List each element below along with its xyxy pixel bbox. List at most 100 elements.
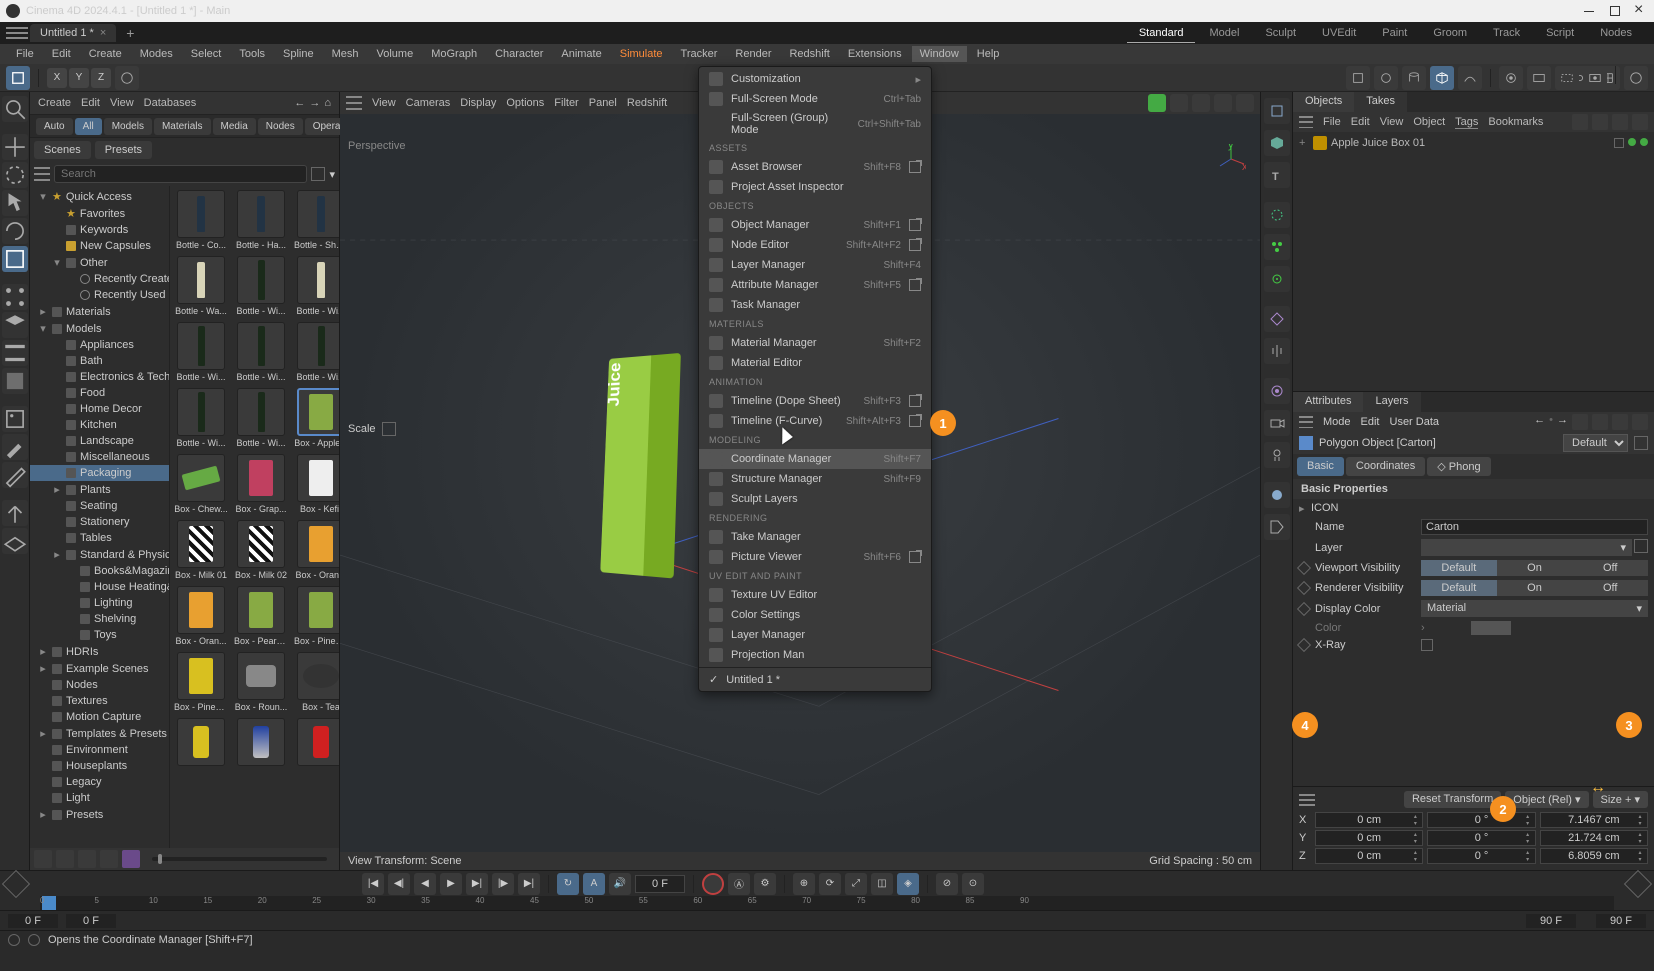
- render-dot-icon[interactable]: [1640, 138, 1648, 146]
- asset-item[interactable]: Box - Oran...: [174, 586, 228, 646]
- menu-create[interactable]: Create: [81, 46, 130, 62]
- tree-node[interactable]: Motion Capture: [30, 709, 169, 725]
- menu-render[interactable]: Render: [727, 46, 779, 62]
- wireframe-cube-icon[interactable]: [1264, 98, 1290, 124]
- asset-item[interactable]: Bottle - Wi...: [234, 388, 288, 448]
- sphere-icon[interactable]: [1374, 66, 1398, 90]
- tree-node[interactable]: Packaging: [30, 465, 169, 481]
- layout-button[interactable]: [6, 66, 30, 90]
- filter-all[interactable]: All: [75, 118, 102, 135]
- takes-tab[interactable]: Takes: [1354, 92, 1407, 112]
- tree-node[interactable]: ▸Materials: [30, 303, 169, 320]
- tree-node[interactable]: ▾Other: [30, 254, 169, 271]
- axis-tool-icon[interactable]: [2, 500, 28, 526]
- redshift-icon[interactable]: [1624, 66, 1648, 90]
- tree-node[interactable]: ▾★Quick Access: [30, 188, 169, 205]
- obj-menu-file[interactable]: File: [1323, 116, 1341, 128]
- size-field[interactable]: 6.8059 cm▴▾: [1540, 848, 1648, 864]
- tree-node[interactable]: ▸Plants: [30, 481, 169, 498]
- obj-search-icon[interactable]: [1572, 114, 1588, 130]
- attr-menu-mode[interactable]: Mode: [1323, 416, 1351, 428]
- asset-item[interactable]: [234, 718, 288, 768]
- menu-icon[interactable]: [6, 25, 28, 41]
- viewport-menu-options[interactable]: Options: [506, 97, 544, 109]
- tree-node[interactable]: House Heating&Fa: [30, 579, 169, 595]
- menu-character[interactable]: Character: [487, 46, 551, 62]
- size-field[interactable]: 21.724 cm▴▾: [1540, 830, 1648, 846]
- polygon-mode-icon[interactable]: [2, 368, 28, 394]
- nav-fwd-icon[interactable]: →: [309, 97, 320, 109]
- attr-pop-icon[interactable]: [1632, 414, 1648, 430]
- cube-icon[interactable]: [1346, 66, 1370, 90]
- keyframe-icon[interactable]: [1297, 581, 1311, 595]
- obj-filter-icon[interactable]: [1592, 114, 1608, 130]
- asset-item[interactable]: Box - Kefir: [294, 454, 339, 514]
- rotate-tool-icon[interactable]: [2, 218, 28, 244]
- menu-timeline-dope[interactable]: Timeline (Dope Sheet)Shift+F3: [699, 391, 931, 411]
- axis-x[interactable]: X: [47, 68, 67, 88]
- tree-node[interactable]: Electronics & Techn: [30, 369, 169, 385]
- viewport-menu-filter[interactable]: Filter: [554, 97, 578, 109]
- layout-tab-script[interactable]: Script: [1534, 24, 1586, 43]
- menu-take-manager[interactable]: Take Manager: [699, 527, 931, 547]
- window-maximize-button[interactable]: [1608, 4, 1622, 18]
- layout-tab-paint[interactable]: Paint: [1370, 24, 1419, 43]
- filter-media[interactable]: Media: [213, 118, 256, 135]
- texture-mode-icon[interactable]: [2, 406, 28, 432]
- menu-file[interactable]: File: [8, 46, 42, 62]
- move-tool-icon[interactable]: [2, 134, 28, 160]
- rot-field[interactable]: 0 °▴▾: [1427, 830, 1535, 846]
- asset-grid[interactable]: Bottle - Co...Bottle - Ha...Bottle - Sha…: [170, 186, 339, 848]
- menu-tracker[interactable]: Tracker: [673, 46, 726, 62]
- asset-item[interactable]: Bottle - Wi...: [174, 388, 228, 448]
- lock-icon[interactable]: [311, 167, 325, 181]
- document-tab[interactable]: Untitled 1 * ×: [30, 24, 116, 42]
- cylinder-icon[interactable]: [1402, 66, 1426, 90]
- diamond-icon[interactable]: [1264, 306, 1290, 332]
- asset-item[interactable]: Bottle - Wi...: [294, 322, 339, 382]
- obj-menu-view[interactable]: View: [1380, 116, 1404, 128]
- tree-node[interactable]: Bath: [30, 353, 169, 369]
- timeline-ruler[interactable]: 051015202530354045505560657075808590: [40, 896, 1614, 910]
- fields-icon[interactable]: [1264, 266, 1290, 292]
- menu-simulate[interactable]: Simulate: [612, 46, 671, 62]
- layer-dropdown[interactable]: [1421, 539, 1632, 556]
- obj-menu-tags[interactable]: Tags: [1455, 116, 1478, 129]
- attr-preset-select[interactable]: Default: [1563, 434, 1628, 452]
- brush-tool-icon[interactable]: [2, 434, 28, 460]
- attr-nav-fwd-icon[interactable]: →: [1557, 414, 1568, 430]
- viewport-opt1-icon[interactable]: [1192, 94, 1210, 112]
- world-button[interactable]: [115, 66, 139, 90]
- primitive-cube-icon[interactable]: [1430, 66, 1454, 90]
- material-icon[interactable]: [1264, 482, 1290, 508]
- menu-animate[interactable]: Animate: [553, 46, 609, 62]
- phong-tab[interactable]: ◇ Phong: [1427, 457, 1490, 476]
- expand-icon[interactable]: +: [1299, 137, 1309, 149]
- asset-item[interactable]: Bottle - Wa...: [174, 256, 228, 316]
- grid-view-icon[interactable]: [56, 850, 74, 868]
- attr-menu-edit[interactable]: Edit: [1361, 416, 1380, 428]
- camera-icon[interactable]: [1264, 410, 1290, 436]
- asset-tab-scenes[interactable]: Scenes: [34, 141, 91, 159]
- viewport-hamburger-icon[interactable]: [346, 96, 362, 110]
- tree-node[interactable]: ▸Presets: [30, 806, 169, 823]
- rot-field[interactable]: 0 °▴▾: [1427, 812, 1535, 828]
- asset-item[interactable]: Box - Pinea...: [294, 586, 339, 646]
- xray-checkbox[interactable]: [1421, 639, 1433, 651]
- object-name[interactable]: Apple Juice Box 01: [1331, 137, 1425, 149]
- reset-transform-button[interactable]: Reset Transform: [1404, 791, 1501, 808]
- menu-help[interactable]: Help: [969, 46, 1008, 62]
- coord-hamburger-icon[interactable]: [1299, 794, 1315, 806]
- asset-item[interactable]: Box - Grap...: [234, 454, 288, 514]
- tree-node[interactable]: New Capsules: [30, 238, 169, 254]
- layout-tab-uvedit[interactable]: UVEdit: [1310, 24, 1368, 43]
- attr-col-icon[interactable]: [1592, 414, 1608, 430]
- deformer-icon[interactable]: [1499, 66, 1523, 90]
- menu-texture-uv[interactable]: Texture UV Editor: [699, 585, 931, 605]
- obj-menu-object[interactable]: Object: [1413, 116, 1445, 128]
- asset-item[interactable]: Bottle - Wi...: [174, 322, 228, 382]
- coordinates-tab[interactable]: Coordinates: [1346, 457, 1425, 476]
- scene-object-juicebox[interactable]: [600, 353, 681, 579]
- menu-mesh[interactable]: Mesh: [324, 46, 367, 62]
- tree-node[interactable]: Kitchen: [30, 417, 169, 433]
